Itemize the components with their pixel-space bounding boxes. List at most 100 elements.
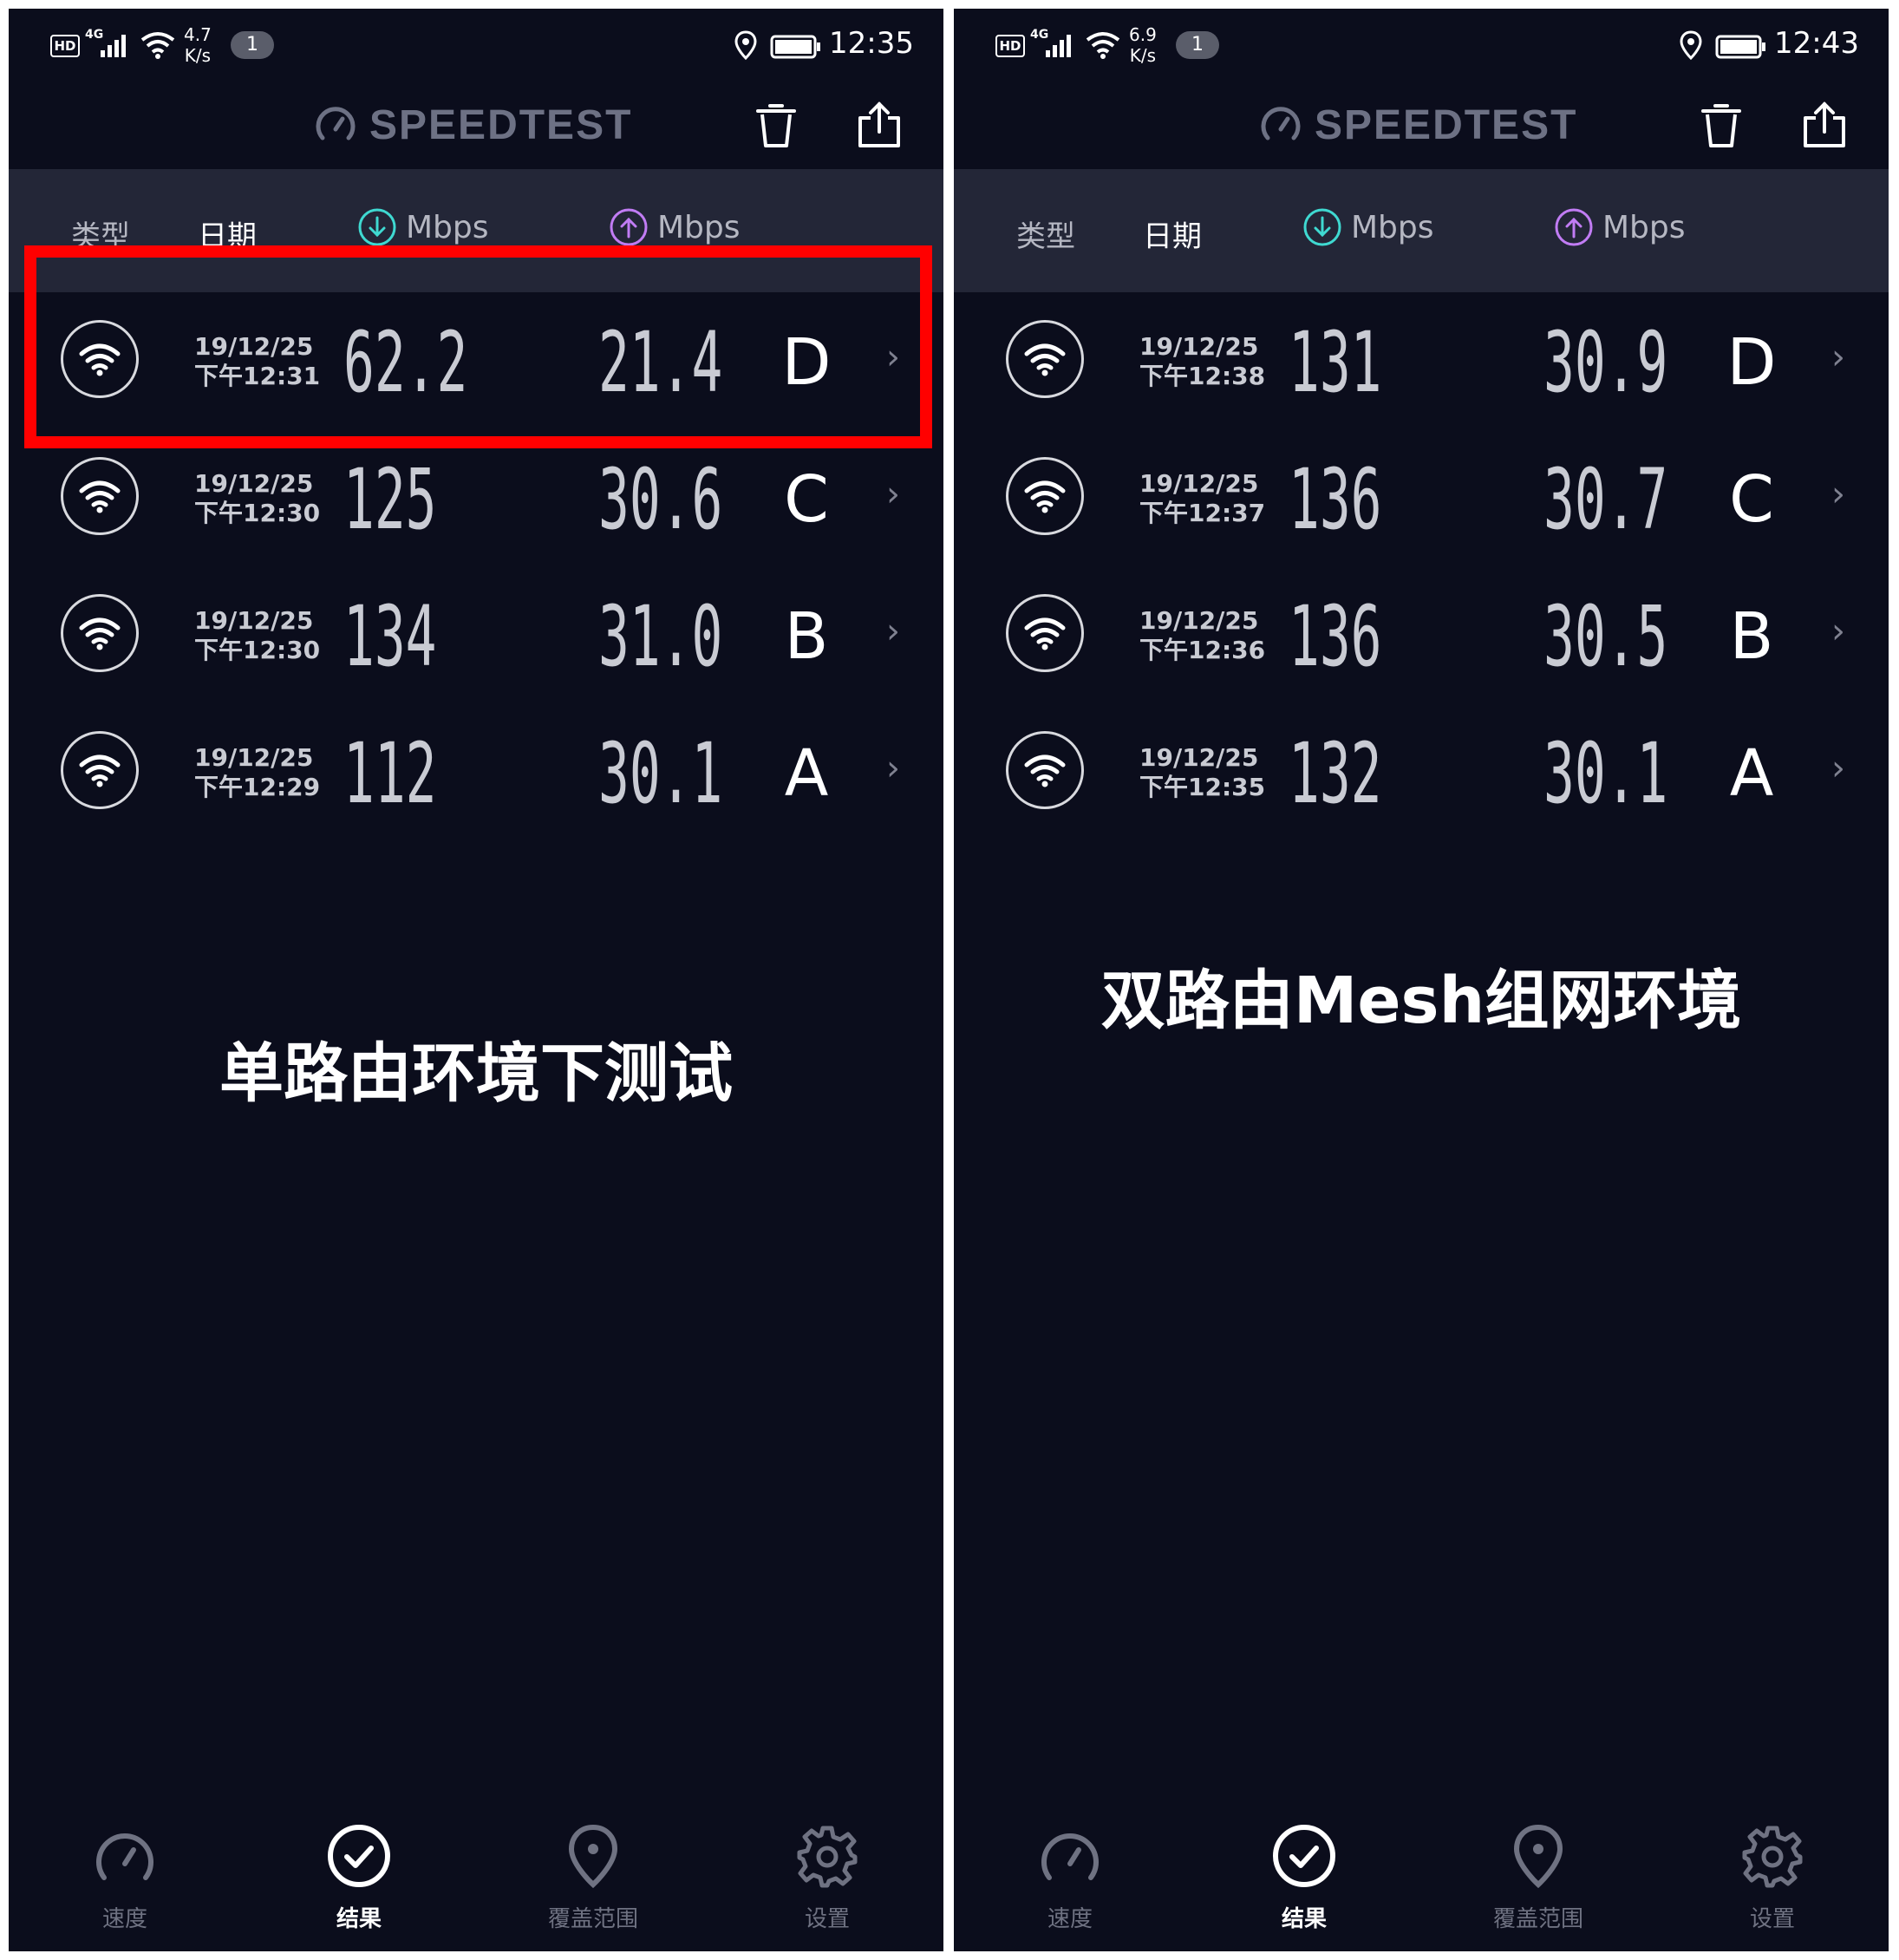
speedtest-logo: SPEEDTEST bbox=[1259, 99, 1577, 151]
result-row[interactable]: 19/12/25 下午12:30 134 31.0 B › bbox=[9, 566, 943, 703]
result-datetime: 19/12/25 下午12:29 bbox=[194, 743, 321, 801]
result-row[interactable]: 19/12/25 下午12:37 136 30.7 C › bbox=[954, 429, 1889, 566]
download-value: 112 bbox=[343, 725, 437, 822]
result-row[interactable]: 19/12/25 下午12:30 125 30.6 C › bbox=[9, 429, 943, 566]
nav-label: 结果 bbox=[336, 1906, 382, 1932]
chevron-right-icon: › bbox=[886, 611, 900, 651]
wifi-icon bbox=[1006, 320, 1084, 398]
sort-download[interactable]: Mbps bbox=[357, 207, 489, 247]
speedometer-icon bbox=[1041, 1833, 1099, 1880]
sort-upload[interactable]: Mbps bbox=[609, 207, 741, 247]
result-row[interactable]: 19/12/25 下午12:35 132 30.1 A › bbox=[954, 703, 1889, 840]
download-value: 125 bbox=[343, 451, 437, 548]
nav-label: 设置 bbox=[804, 1906, 850, 1932]
upload-value: 30.5 bbox=[1543, 588, 1668, 685]
location-pin-icon bbox=[1513, 1824, 1563, 1889]
arrow-up-circle-icon bbox=[1555, 208, 1593, 246]
wifi-icon bbox=[61, 594, 139, 672]
download-value: 136 bbox=[1289, 451, 1382, 548]
red-highlight-box bbox=[24, 245, 932, 448]
test-label: B bbox=[784, 599, 829, 674]
sort-type[interactable]: 类型 bbox=[1016, 212, 1075, 255]
result-row[interactable]: 19/12/25 下午12:38 131 30.9 D › bbox=[954, 292, 1889, 429]
nav-label: 设置 bbox=[1749, 1906, 1795, 1932]
clock: 12:35 bbox=[829, 26, 914, 61]
status-bar: HD 4G 6.9 K/s 1 12:43 bbox=[954, 9, 1889, 78]
network-speed: 6.9 K/s bbox=[1129, 24, 1157, 66]
upload-value: 30.1 bbox=[1543, 725, 1668, 822]
speedometer-logo-icon bbox=[316, 107, 356, 140]
upload-unit: Mbps bbox=[657, 209, 741, 245]
result-datetime: 19/12/25 下午12:30 bbox=[194, 606, 321, 664]
hd-indicator: HD bbox=[995, 35, 1025, 57]
results-header: 类型 日期 Mbps Mbps bbox=[954, 169, 1889, 292]
arrow-down-circle-icon bbox=[358, 208, 396, 246]
share-icon[interactable] bbox=[857, 101, 902, 149]
test-label: A bbox=[1729, 736, 1774, 811]
check-circle-icon bbox=[328, 1825, 390, 1887]
wifi-icon bbox=[1006, 731, 1084, 809]
sort-download[interactable]: Mbps bbox=[1302, 207, 1434, 247]
result-datetime: 19/12/25 下午12:37 bbox=[1139, 469, 1266, 527]
nav-results[interactable]: 结果 bbox=[272, 1821, 446, 1933]
nav-label: 覆盖范围 bbox=[1492, 1906, 1583, 1932]
chevron-right-icon: › bbox=[886, 748, 900, 788]
hd-indicator: HD bbox=[50, 35, 80, 57]
app-bar: SPEEDTEST bbox=[9, 78, 943, 169]
speedometer-logo-icon bbox=[1261, 107, 1301, 140]
sort-upload[interactable]: Mbps bbox=[1554, 207, 1686, 247]
share-icon[interactable] bbox=[1802, 101, 1847, 149]
chevron-right-icon: › bbox=[1831, 748, 1845, 788]
arrow-up-circle-icon bbox=[610, 208, 648, 246]
nav-results[interactable]: 结果 bbox=[1217, 1821, 1391, 1933]
gear-icon bbox=[797, 1826, 858, 1888]
speedtest-logo: SPEEDTEST bbox=[314, 99, 632, 151]
download-unit: Mbps bbox=[1351, 209, 1434, 245]
network-speed: 4.7 K/s bbox=[184, 24, 212, 66]
result-datetime: 19/12/25 下午12:36 bbox=[1139, 606, 1266, 664]
check-circle-icon bbox=[1273, 1825, 1335, 1887]
nav-speed[interactable]: 速度 bbox=[38, 1821, 212, 1933]
result-row[interactable]: 19/12/25 下午12:29 112 30.1 A › bbox=[9, 703, 943, 840]
download-value: 136 bbox=[1289, 588, 1382, 685]
sort-date[interactable]: 日期 bbox=[1143, 212, 1202, 255]
nav-coverage[interactable]: 覆盖范围 bbox=[506, 1821, 680, 1933]
nav-coverage[interactable]: 覆盖范围 bbox=[1452, 1821, 1625, 1933]
test-label: C bbox=[784, 462, 829, 537]
notification-badge: 1 bbox=[1176, 31, 1219, 59]
wifi-icon bbox=[1006, 457, 1084, 535]
test-label: A bbox=[784, 736, 829, 811]
download-value: 131 bbox=[1289, 314, 1382, 411]
nav-settings[interactable]: 设置 bbox=[741, 1821, 914, 1933]
location-status-icon bbox=[1680, 30, 1702, 61]
nav-label: 结果 bbox=[1281, 1906, 1327, 1932]
test-label: B bbox=[1729, 599, 1774, 674]
wifi-icon bbox=[1006, 594, 1084, 672]
chevron-right-icon: › bbox=[1831, 611, 1845, 651]
nav-label: 速度 bbox=[101, 1906, 147, 1932]
brand-name: SPEEDTEST bbox=[1315, 101, 1578, 148]
nav-label: 覆盖范围 bbox=[547, 1906, 638, 1932]
nav-settings[interactable]: 设置 bbox=[1686, 1821, 1859, 1933]
speedometer-icon bbox=[96, 1833, 153, 1880]
upload-value: 30.1 bbox=[598, 725, 723, 822]
chevron-right-icon: › bbox=[1831, 337, 1845, 377]
signal-icon bbox=[1046, 35, 1071, 57]
nav-speed[interactable]: 速度 bbox=[983, 1821, 1157, 1933]
notification-badge: 1 bbox=[231, 31, 274, 59]
chevron-right-icon: › bbox=[1831, 474, 1845, 514]
result-row[interactable]: 19/12/25 下午12:36 136 30.5 B › bbox=[954, 566, 1889, 703]
upload-value: 31.0 bbox=[598, 588, 723, 685]
upload-value: 30.9 bbox=[1543, 314, 1668, 411]
app-bar: SPEEDTEST bbox=[954, 78, 1889, 169]
trash-icon[interactable] bbox=[754, 102, 798, 149]
phone-screen-mesh-router: HD 4G 6.9 K/s 1 12:43 SPEEDTEST 类型 日期 Mb… bbox=[954, 9, 1889, 1951]
wifi-icon bbox=[61, 731, 139, 809]
upload-value: 30.6 bbox=[598, 451, 723, 548]
chevron-right-icon: › bbox=[886, 474, 900, 514]
wifi-status-icon bbox=[1086, 32, 1120, 59]
arrow-down-circle-icon bbox=[1303, 208, 1341, 246]
wifi-icon bbox=[61, 457, 139, 535]
trash-icon[interactable] bbox=[1700, 102, 1743, 149]
result-datetime: 19/12/25 下午12:30 bbox=[194, 469, 321, 527]
